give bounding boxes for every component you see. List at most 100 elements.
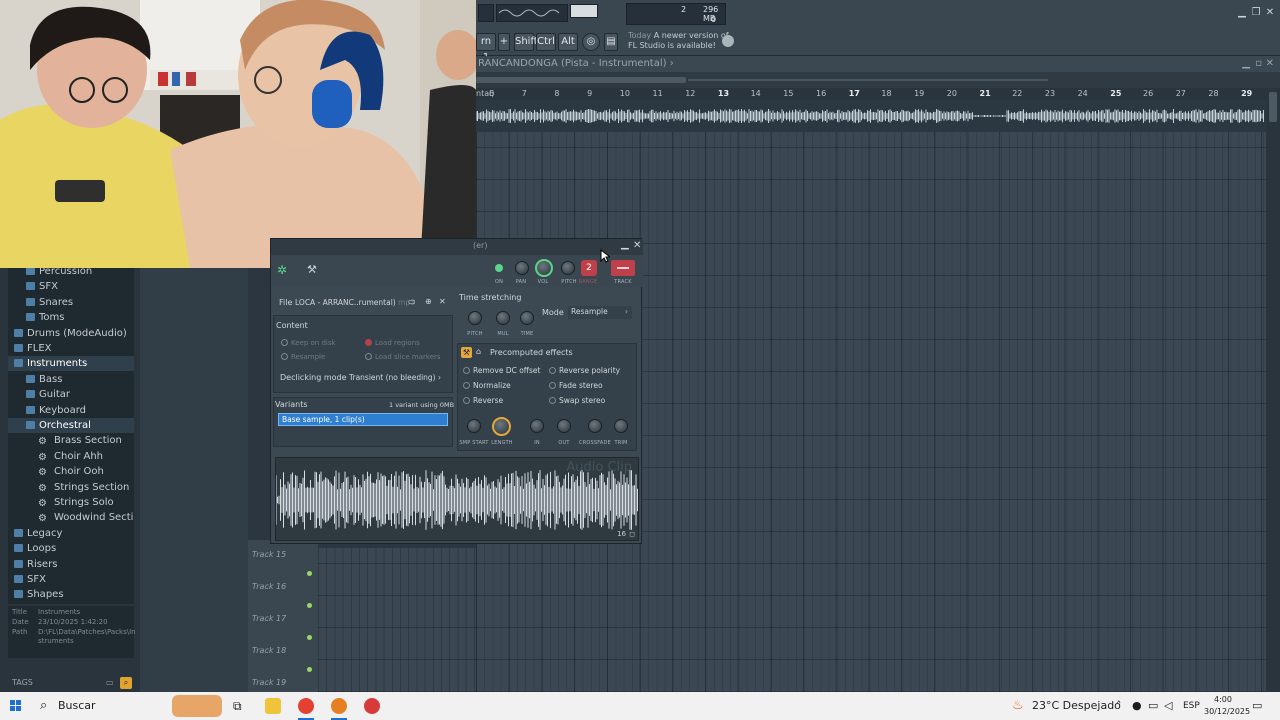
taskbar-search-label[interactable]: Buscar <box>58 692 96 720</box>
snap-icon[interactable]: ▤ <box>604 33 618 51</box>
folder-icon[interactable]: ▭ <box>106 676 114 690</box>
fl-studio-icon[interactable] <box>331 698 347 714</box>
browser-folder[interactable]: Keyboard <box>8 403 134 418</box>
volume-icon[interactable]: ◁ <box>1164 692 1172 720</box>
track-enable-led[interactable] <box>307 667 312 672</box>
minimize-icon[interactable]: ▁ <box>1236 8 1248 18</box>
channel-titlebar[interactable]: (er) ▁ ✕ <box>271 239 643 255</box>
browser-folder[interactable]: Toms <box>8 310 134 325</box>
browser-preset[interactable]: ⚙ Choir Ahh <box>8 449 134 464</box>
mode-select[interactable]: Resample › <box>568 306 632 319</box>
browser-folder[interactable]: Instruments <box>8 356 134 372</box>
option-load-slice-markers[interactable]: Load slice markers <box>365 353 441 361</box>
pan-knob[interactable] <box>515 261 529 275</box>
audio-clip-row[interactable] <box>475 100 1266 132</box>
browser-folder[interactable]: Drums (ModeAudio) <box>8 326 134 341</box>
chrome-icon[interactable] <box>298 698 314 714</box>
audio-clip-waveform[interactable] <box>475 100 1266 132</box>
pitch-knob[interactable] <box>561 261 575 275</box>
effect-normalize[interactable]: Normalize <box>463 381 511 390</box>
browser-preset[interactable]: ⚙ Strings Section <box>8 480 134 495</box>
file-name[interactable]: LOCA - ARRANC..rumental) mp3 <box>295 298 415 307</box>
horizontal-scrollbar[interactable] <box>476 72 1280 88</box>
network-icon[interactable]: ▭ <box>1148 692 1158 720</box>
stretch-mul-knob[interactable] <box>496 311 510 325</box>
open-file-icon[interactable]: ▭ <box>408 297 416 306</box>
channel-close-icon[interactable]: ✕ <box>633 240 641 251</box>
vertical-scrollbar[interactable] <box>1266 88 1280 692</box>
language-indicator[interactable]: ESP <box>1183 692 1200 720</box>
volume-knob[interactable] <box>535 259 553 277</box>
timeline-ruler[interactable]: ntal) 6 7 8 9 10 11 12 13 14 15 16 17 18 19 20 21 22 23 24… <box>476 88 1266 100</box>
browser-tags[interactable]: TAGS ▭ ⌕ <box>8 676 134 690</box>
length-knob[interactable] <box>492 417 511 436</box>
smp-start-knob[interactable] <box>467 419 481 433</box>
obs-icon[interactable] <box>364 698 380 714</box>
browser-folder[interactable]: Orchestral <box>8 418 134 433</box>
option-resample[interactable]: Resample <box>281 353 325 361</box>
track-area[interactable] <box>318 548 476 692</box>
browser-preset[interactable]: ⚙ Brass Section <box>8 433 134 448</box>
track-label[interactable]: Track 17 <box>252 614 286 623</box>
shift-key-button[interactable]: Shift <box>514 33 538 51</box>
browser-folder[interactable]: Shapes <box>8 587 134 602</box>
scroll-thumb[interactable] <box>476 77 686 83</box>
option-load-regions[interactable]: Load regions <box>365 339 420 347</box>
notifications-icon[interactable]: ▭ <box>1252 692 1262 720</box>
browser-folder[interactable]: SFX <box>8 279 134 294</box>
taskbar-search-icon[interactable]: ⌕ <box>40 692 47 720</box>
effects-toggle-icon[interactable]: ⌂ <box>476 347 481 356</box>
windows-start-icon[interactable] <box>10 700 22 712</box>
wrench-icon[interactable]: ⚒ <box>307 263 317 276</box>
playlist-minimize-icon[interactable]: ▁ <box>1242 56 1250 72</box>
stretch-pitch-knob[interactable] <box>468 311 482 325</box>
option-keep-on-disk[interactable]: Keep on disk <box>281 339 336 347</box>
playlist-restore-icon[interactable]: ▫ <box>1255 56 1262 72</box>
metronome-icon[interactable] <box>478 4 494 22</box>
update-hint[interactable]: Today A newer version of FL Studio is av… <box>628 31 729 51</box>
track-label[interactable]: Track 19 <box>252 678 286 687</box>
weather-icon[interactable]: ♨ <box>1012 692 1024 720</box>
playlist-close-icon[interactable]: ✕ <box>1266 56 1274 72</box>
track-label[interactable]: Track 15 <box>252 550 286 559</box>
search-icon[interactable]: ⌕ <box>120 677 132 689</box>
remove-file-icon[interactable]: ✕ <box>439 297 446 306</box>
file-explorer-icon[interactable] <box>265 698 281 714</box>
vscroll-thumb[interactable] <box>1269 92 1277 122</box>
task-view-icon[interactable]: ⧉ <box>233 692 242 720</box>
globe-icon[interactable] <box>722 35 734 47</box>
effects-wrench-icon[interactable]: ⚒ <box>461 347 472 358</box>
track-label[interactable]: Track 16 <box>252 582 286 591</box>
variant-item[interactable]: Base sample, 1 clip(s) <box>278 413 448 426</box>
channel-on-led[interactable] <box>495 264 503 272</box>
effect-remove-dc[interactable]: Remove DC offset <box>463 366 540 375</box>
typing-keyboard-icon[interactable]: ◎ <box>582 33 600 51</box>
channel-minimize-icon[interactable]: ▁ <box>621 239 629 250</box>
browser-preset[interactable]: ⚙ Woodwind Section <box>8 510 134 525</box>
pin-icon[interactable]: ⊕ <box>425 297 432 306</box>
effect-reverse-polarity[interactable]: Reverse polarity <box>549 366 620 375</box>
track-enable-led[interactable] <box>307 571 312 576</box>
alt-key-button[interactable]: Alt <box>558 33 578 51</box>
mixer-track-button[interactable] <box>611 260 635 276</box>
weather-text[interactable]: 23°C Despejado <box>1032 692 1121 720</box>
out-knob[interactable] <box>557 419 571 433</box>
plugin-wave-icon[interactable]: ✲ <box>277 263 287 277</box>
browser-preset[interactable]: ⚙ Strings Solo <box>8 495 134 510</box>
in-knob[interactable] <box>530 419 544 433</box>
browser-folder[interactable]: Guitar <box>8 387 134 402</box>
browser-folder[interactable]: Loops <box>8 541 134 556</box>
crossfade-knob[interactable] <box>588 419 602 433</box>
browser-folder[interactable]: Legacy <box>8 526 134 541</box>
browser-folder[interactable]: SFX <box>8 572 134 587</box>
clock-date[interactable]: 30/12/2025 <box>1204 698 1250 720</box>
browser-folder[interactable]: FLEX <box>8 341 134 356</box>
browser-preset[interactable]: ⚙ Choir Ooh <box>8 464 134 479</box>
browser-tree[interactable]: Percussion SFX Snares Toms Drums (ModeAudio)… <box>8 268 134 604</box>
close-icon[interactable]: ✕ <box>1264 8 1276 18</box>
search-highlight-icon[interactable] <box>172 695 222 717</box>
effect-swap-stereo[interactable]: Swap stereo <box>549 396 605 405</box>
loop-icon[interactable]: ◻ <box>629 530 635 538</box>
track-label[interactable]: Track 18 <box>252 646 286 655</box>
restore-icon[interactable]: ❐ <box>1250 8 1262 18</box>
